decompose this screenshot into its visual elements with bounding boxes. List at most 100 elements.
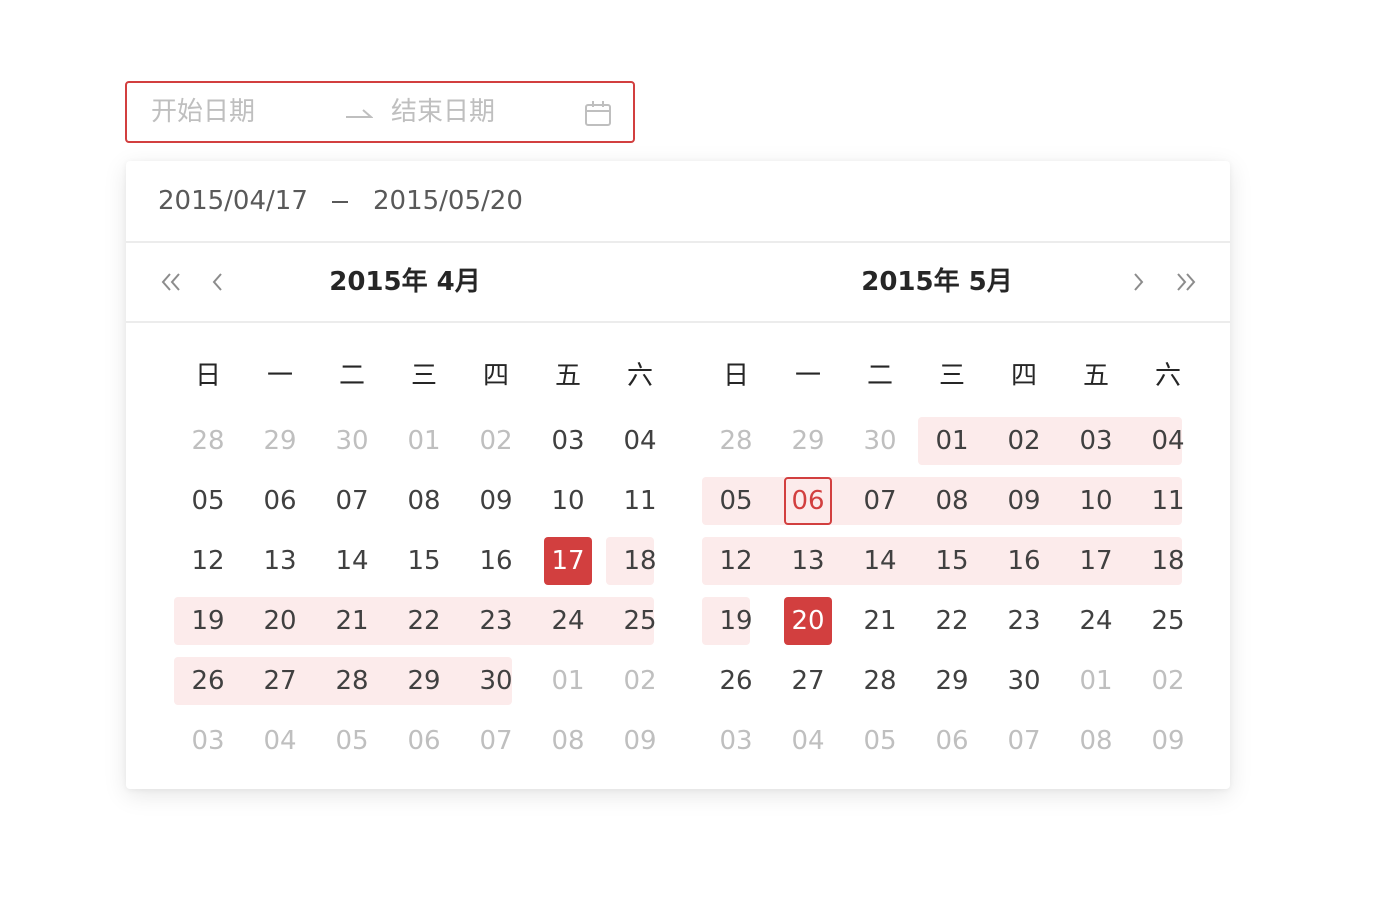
chevron-left-icon[interactable] <box>203 265 233 299</box>
calendar-april: 日 一 二 三 四 五 六 28 29 30 01 02 03 04 05 06… <box>172 351 676 771</box>
day-cell[interactable]: 13 <box>772 531 844 591</box>
day-cell[interactable]: 01 <box>532 651 604 711</box>
day-cell[interactable]: 27 <box>244 651 316 711</box>
day-cell[interactable]: 19 <box>172 591 244 651</box>
double-chevron-left-icon[interactable] <box>156 265 186 299</box>
day-cell[interactable]: 05 <box>316 711 388 771</box>
date-range-input[interactable]: 开始日期 结束日期 <box>125 81 635 143</box>
right-month-title[interactable]: 2015年 5月 <box>787 243 1087 321</box>
day-cell[interactable]: 18 <box>604 531 676 591</box>
weekday-label: 六 <box>626 361 653 391</box>
day-cell[interactable]: 12 <box>172 531 244 591</box>
day-cell[interactable]: 01 <box>1060 651 1132 711</box>
day-cell[interactable]: 07 <box>988 711 1060 771</box>
range-start-day[interactable]: 17 <box>532 531 604 591</box>
day-cell[interactable]: 26 <box>172 651 244 711</box>
day-cell[interactable]: 03 <box>700 711 772 771</box>
day-cell[interactable]: 16 <box>460 531 532 591</box>
day-cell[interactable]: 04 <box>1132 411 1204 471</box>
day-cell[interactable]: 28 <box>844 651 916 711</box>
day-cell[interactable]: 22 <box>388 591 460 651</box>
day-cell[interactable]: 20 <box>244 591 316 651</box>
calendar-week-row: 05 06 07 08 09 10 11 <box>700 471 1204 531</box>
day-cell[interactable]: 30 <box>988 651 1060 711</box>
day-cell[interactable]: 15 <box>388 531 460 591</box>
day-cell[interactable]: 04 <box>772 711 844 771</box>
day-cell[interactable]: 12 <box>700 531 772 591</box>
day-cell[interactable]: 02 <box>988 411 1060 471</box>
day-cell[interactable]: 21 <box>844 591 916 651</box>
day-cell[interactable]: 01 <box>916 411 988 471</box>
day-cell[interactable]: 08 <box>1060 711 1132 771</box>
day-cell[interactable]: 30 <box>316 411 388 471</box>
day-cell[interactable]: 08 <box>916 471 988 531</box>
end-date-placeholder[interactable]: 结束日期 <box>391 83 495 141</box>
day-cell[interactable]: 29 <box>388 651 460 711</box>
day-cell[interactable]: 07 <box>460 711 532 771</box>
day-cell[interactable]: 05 <box>700 471 772 531</box>
day-cell[interactable]: 15 <box>916 531 988 591</box>
day-cell[interactable]: 03 <box>532 411 604 471</box>
selected-start-date[interactable]: 2015/04/17 <box>158 161 308 241</box>
day-cell[interactable]: 09 <box>1132 711 1204 771</box>
day-cell[interactable]: 29 <box>772 411 844 471</box>
day-cell[interactable]: 07 <box>316 471 388 531</box>
day-cell[interactable]: 21 <box>316 591 388 651</box>
day-cell[interactable]: 11 <box>604 471 676 531</box>
day-cell[interactable]: 09 <box>988 471 1060 531</box>
day-cell[interactable]: 11 <box>1132 471 1204 531</box>
day-cell[interactable]: 26 <box>700 651 772 711</box>
day-cell[interactable]: 03 <box>1060 411 1132 471</box>
day-cell[interactable]: 08 <box>532 711 604 771</box>
day-cell[interactable]: 09 <box>604 711 676 771</box>
day-cell[interactable]: 07 <box>844 471 916 531</box>
day-cell[interactable]: 13 <box>244 531 316 591</box>
day-cell[interactable]: 08 <box>388 471 460 531</box>
day-cell[interactable]: 28 <box>172 411 244 471</box>
day-cell[interactable]: 10 <box>532 471 604 531</box>
day-cell[interactable]: 19 <box>700 591 772 651</box>
day-cell[interactable]: 02 <box>604 651 676 711</box>
left-month-title[interactable]: 2015年 4月 <box>255 243 555 321</box>
day-cell[interactable]: 16 <box>988 531 1060 591</box>
day-cell[interactable]: 24 <box>1060 591 1132 651</box>
day-cell[interactable]: 25 <box>1132 591 1204 651</box>
double-chevron-right-icon[interactable] <box>1171 265 1201 299</box>
today-day[interactable]: 06 <box>772 471 844 531</box>
chevron-right-icon[interactable] <box>1123 265 1153 299</box>
day-cell[interactable]: 25 <box>604 591 676 651</box>
range-end-day[interactable]: 20 <box>772 591 844 651</box>
day-cell[interactable]: 18 <box>1132 531 1204 591</box>
day-cell[interactable]: 28 <box>700 411 772 471</box>
day-cell[interactable]: 30 <box>844 411 916 471</box>
day-cell[interactable]: 23 <box>460 591 532 651</box>
day-cell[interactable]: 04 <box>244 711 316 771</box>
day-cell[interactable]: 14 <box>316 531 388 591</box>
day-cell[interactable]: 24 <box>532 591 604 651</box>
day-cell[interactable]: 30 <box>460 651 532 711</box>
day-cell[interactable]: 06 <box>244 471 316 531</box>
day-cell[interactable]: 02 <box>1132 651 1204 711</box>
day-cell[interactable]: 05 <box>844 711 916 771</box>
day-cell[interactable]: 06 <box>388 711 460 771</box>
day-cell[interactable]: 03 <box>172 711 244 771</box>
day-cell[interactable]: 09 <box>460 471 532 531</box>
day-cell[interactable]: 28 <box>316 651 388 711</box>
start-date-placeholder[interactable]: 开始日期 <box>151 83 255 141</box>
day-cell[interactable]: 22 <box>916 591 988 651</box>
day-cell[interactable]: 04 <box>604 411 676 471</box>
day-cell[interactable]: 29 <box>244 411 316 471</box>
day-cell[interactable]: 17 <box>1060 531 1132 591</box>
day-cell[interactable]: 05 <box>172 471 244 531</box>
day-cell[interactable]: 06 <box>916 711 988 771</box>
day-cell[interactable]: 14 <box>844 531 916 591</box>
day-cell[interactable]: 01 <box>388 411 460 471</box>
day-cell[interactable]: 23 <box>988 591 1060 651</box>
calendar-icon[interactable] <box>583 99 613 129</box>
day-cell[interactable]: 10 <box>1060 471 1132 531</box>
day-cell[interactable]: 29 <box>916 651 988 711</box>
day-cell[interactable]: 27 <box>772 651 844 711</box>
selected-end-date[interactable]: 2015/05/20 <box>373 161 523 241</box>
date-range-panel: 2015/04/17 2015/05/20 2015年 4月 2015年 5月 … <box>126 161 1230 789</box>
day-cell[interactable]: 02 <box>460 411 532 471</box>
